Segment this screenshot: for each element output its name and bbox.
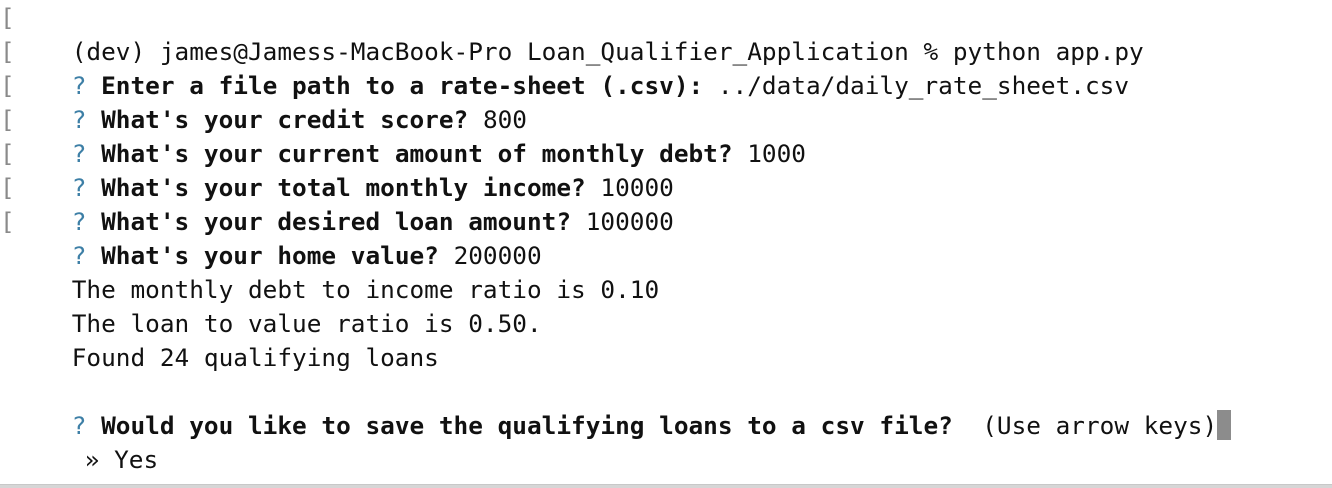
line-bracket: [ (0, 173, 15, 202)
output-ltv-ratio: The loan to value ratio is 0.50. (0, 273, 1332, 338)
prompt-rate-sheet: [? Enter a file path to a rate-sheet (.c… (0, 35, 1332, 100)
prompt-monthly-income: [? What's your total monthly income? 100… (0, 137, 1332, 202)
command-line: [(dev) james@Jamess-MacBook-Pro Loan_Qua… (0, 1, 1332, 66)
choice-no[interactable]: No (0, 443, 1332, 488)
line-bracket: [ (0, 105, 15, 134)
line-bracket: [ (0, 3, 15, 32)
save-prompt: ? Would you like to save the qualifying … (0, 375, 1332, 440)
prompt-credit-score: [? What's your credit score? 800 (0, 69, 1332, 134)
prompt-monthly-debt: [? What's your current amount of monthly… (0, 103, 1332, 168)
choice-yes[interactable]: » Yes (0, 409, 1332, 474)
window-bottom-edge (0, 484, 1332, 488)
line-bracket: [ (0, 139, 15, 168)
output-dti-ratio: The monthly debt to income ratio is 0.10 (0, 239, 1332, 304)
line-bracket: [ (0, 37, 15, 66)
output-loan-count: Found 24 qualifying loans (0, 307, 1332, 372)
prompt-home-value: [? What's your home value? 200000 (0, 205, 1332, 270)
output-text: Found 24 qualifying loans (71, 343, 439, 372)
line-bracket: [ (0, 207, 15, 236)
terminal-window[interactable]: [(dev) james@Jamess-MacBook-Pro Loan_Qua… (0, 0, 1332, 488)
prompt-loan-amount: [? What's your desired loan amount? 1000… (0, 171, 1332, 236)
line-bracket: [ (0, 71, 15, 100)
